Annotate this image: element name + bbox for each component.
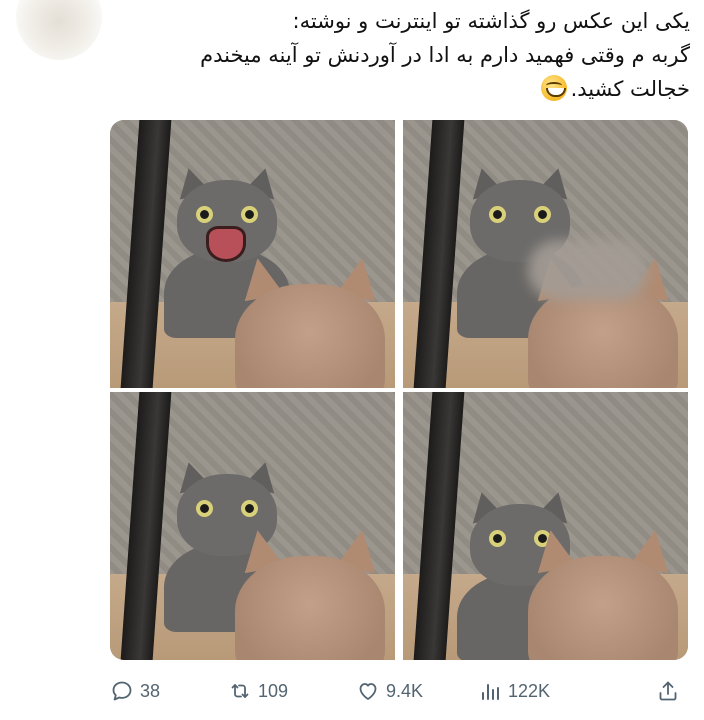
tweet-line-3-text: خجالت کشید. <box>570 77 690 101</box>
tweet-line-3: خجالت کشید. <box>90 72 690 106</box>
like-count: 9.4K <box>386 680 424 701</box>
reply-icon <box>112 681 132 701</box>
share-icon <box>659 681 677 701</box>
real-cat <box>528 526 678 660</box>
tweet-media-grid[interactable] <box>110 120 688 660</box>
grinning-face-emoji-icon <box>540 75 567 101</box>
real-cat <box>235 254 385 388</box>
heart-icon <box>359 683 377 700</box>
media-panel-4[interactable] <box>403 392 688 660</box>
media-panel-2[interactable] <box>403 120 688 388</box>
tweet-text: یکی این عکس رو گذاشته تو اینترنت و نوشته… <box>90 4 690 106</box>
share-button[interactable] <box>656 676 680 706</box>
tweet-line-1: یکی این عکس رو گذاشته تو اینترنت و نوشته… <box>292 9 690 33</box>
open-mouth <box>206 226 246 262</box>
like-button[interactable]: 9.4K <box>356 676 423 706</box>
views-chart-icon <box>482 684 499 700</box>
tweet-line-2: گربه م وقتی فهمید دارم به ادا در آوردنش … <box>200 43 690 67</box>
real-cat <box>235 526 385 660</box>
censor-blur <box>528 240 648 300</box>
tweet-action-bar: 38 109 9.4K 122K <box>110 676 690 706</box>
reply-button[interactable]: 38 <box>110 676 160 706</box>
views-count: 122K <box>508 680 551 701</box>
reply-count: 38 <box>140 680 161 701</box>
views-button[interactable]: 122K <box>478 676 550 706</box>
retweet-button[interactable]: 109 <box>228 676 288 706</box>
media-panel-3[interactable] <box>110 392 395 660</box>
media-panel-1[interactable] <box>110 120 395 388</box>
retweet-count: 109 <box>258 680 289 701</box>
retweet-icon <box>231 684 249 698</box>
